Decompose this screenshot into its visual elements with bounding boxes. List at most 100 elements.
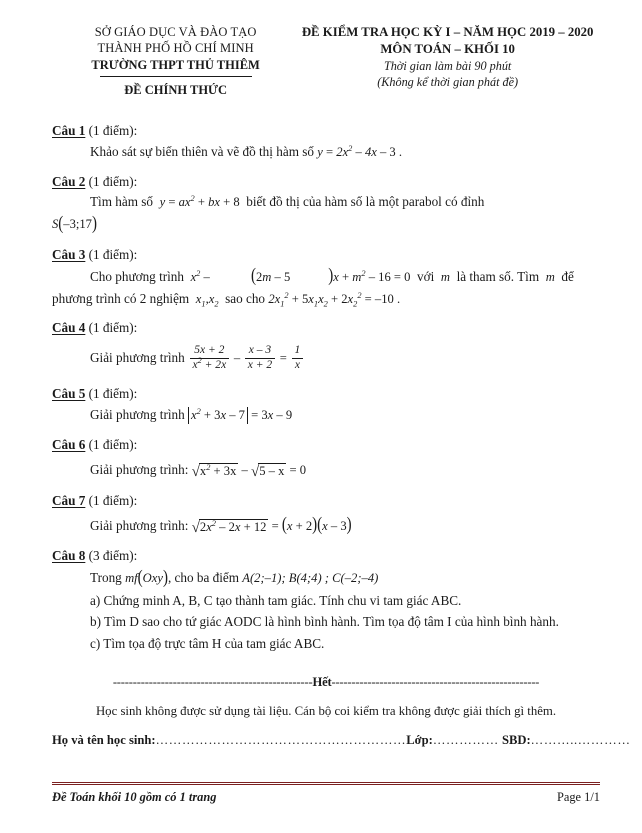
question-8: Câu 8 (3 điểm): Trong mf(Oxy), cho ba đi…: [52, 549, 600, 652]
fraction-3-numerator: 1: [294, 344, 301, 357]
question-8-part-b: b) Tìm D sao cho tứ giác AODC là hình bì…: [90, 614, 559, 630]
question-3-line2-formula: 2x12 + 5x1x2 + 2x22 = –10 .: [268, 290, 401, 309]
question-8-points-list: A(2;–1); B(4;4) ; C(–2;–4): [242, 571, 379, 586]
fraction-2: x – 3x + 2: [244, 344, 276, 373]
student-identification-line: Họ và tên học sinh:…………………………………………………Lớ…: [52, 733, 630, 748]
page-footer: Đề Toán khối 10 gồm có 1 trang Page 1/1: [52, 781, 600, 805]
question-3-param: m: [440, 269, 450, 284]
document-header: SỞ GIÁO DỤC VÀ ĐÀO TẠO THÀNH PHỐ HỒ CHÍ …: [52, 24, 600, 98]
question-2-text-after: biết đồ thị của hàm số là một parabol có…: [246, 194, 485, 210]
question-8-intro-before: Trong: [90, 570, 122, 586]
question-2-formula: y = ax2 + bx + 8: [159, 194, 240, 210]
question-1-body: Khảo sát sự biến thiên và vẽ đồ thị hàm …: [90, 144, 600, 161]
question-2-points: (1 điểm):: [88, 173, 138, 189]
question-5-equation: x2 + 3x – 7 = 3x – 9: [188, 407, 292, 425]
question-2-label: Câu 2: [52, 173, 86, 189]
question-4-heading: Câu 4 (1 điểm):: [52, 321, 600, 335]
exam-body: Câu 1 (1 điểm): Khảo sát sự biến thiên v…: [52, 124, 630, 748]
question-8-label: Câu 8: [52, 548, 86, 564]
question-3: Câu 3 (1 điểm): Cho phương trình x2 – (2…: [52, 248, 600, 309]
end-separator: ----------------------------------------…: [52, 676, 600, 689]
question-6-label: Câu 6: [52, 437, 86, 453]
sqrt-1: √2x2 – 2x + 12: [191, 518, 269, 536]
header-right-block: ĐỀ KIỂM TRA HỌC KỲ I – NĂM HỌC 2019 – 20…: [299, 24, 596, 91]
question-2-heading: Câu 2 (1 điểm):: [52, 173, 600, 189]
school-name: TRƯỜNG THPT THỦ THIÊM: [91, 57, 260, 72]
equals-operator: =: [276, 351, 291, 366]
question-4-label: Câu 4: [52, 320, 86, 336]
footer-divider-rule: [52, 781, 600, 785]
fraction-3: 1x: [291, 344, 304, 373]
question-2-vertex-formula: S(–3;17): [52, 213, 97, 234]
question-5-label: Câu 5: [52, 386, 86, 402]
question-5-body: Giải phương trình x2 + 3x – 7 = 3x – 9: [90, 407, 600, 425]
question-7: Câu 7 (1 điểm): Giải phương trình: √2x2 …: [52, 492, 600, 536]
question-8-heading: Câu 8 (3 điểm):: [52, 549, 600, 563]
question-6-heading: Câu 6 (1 điểm):: [52, 438, 600, 452]
department-line-2: THÀNH PHỐ HỒ CHÍ MINH: [97, 41, 254, 56]
question-5-heading: Câu 5 (1 điểm):: [52, 387, 600, 401]
question-3-text-after: là tham số. Tìm: [456, 268, 540, 284]
question-4-body: Giải phương trình 5x + 2 x2 + 2x – x – 3x…: [90, 344, 600, 373]
department-line-1: SỞ GIÁO DỤC VÀ ĐÀO TẠO: [94, 25, 257, 39]
sqrt-2: √5 – x: [250, 462, 287, 480]
student-name-field[interactable]: …………………………………………………: [156, 733, 407, 747]
question-7-body: Giải phương trình: √2x2 – 2x + 12 = (x +…: [90, 515, 600, 536]
question-4-points: (1 điểm):: [88, 320, 138, 336]
question-3-body: Cho phương trình x2 – (2m – 5)x + m2 – 1…: [52, 266, 600, 287]
question-8-intro-mid: , cho ba điểm: [167, 570, 239, 586]
fraction-3-denominator: x: [291, 357, 304, 373]
question-8-part-c: c) Tìm tọa độ trực tâm H của tam giác AB…: [90, 635, 325, 651]
question-3-points: (1 điểm):: [88, 246, 138, 262]
header-left-block: SỞ GIÁO DỤC VÀ ĐÀO TẠO THÀNH PHỐ HỒ CHÍ …: [52, 24, 299, 98]
question-4-equation: 5x + 2 x2 + 2x – x – 3x + 2 = 1x: [188, 344, 305, 371]
question-6-text: Giải phương trình:: [90, 461, 189, 477]
absolute-value-bars: x2 + 3x – 7: [188, 407, 248, 425]
sbd-field[interactable]: ………..…………: [531, 733, 631, 747]
question-6-points: (1 điểm):: [88, 437, 138, 453]
question-2-vertex: S(–3;17): [52, 213, 600, 234]
exam-duration: Thời gian làm bài 90 phút: [383, 59, 512, 74]
question-1: Câu 1 (1 điểm): Khảo sát sự biến thiên v…: [52, 124, 600, 161]
question-3-roots: x1,x2: [195, 291, 219, 309]
exam-title: ĐỀ KIỂM TRA HỌC KỲ I – NĂM HỌC 2019 – 20…: [301, 25, 594, 39]
separator-dashes-right: ----------------------------------------…: [331, 675, 540, 690]
footer-note: Đề Toán khối 10 gồm có 1 trang: [52, 790, 217, 804]
exam-subject: MÔN TOÁN – KHỐI 10: [380, 41, 515, 56]
question-3-text-end: để: [561, 268, 574, 284]
exam-page: SỞ GIÁO DỤC VÀ ĐÀO TẠO THÀNH PHỐ HỒ CHÍ …: [0, 0, 642, 833]
question-7-label: Câu 7: [52, 492, 86, 508]
question-5-text: Giải phương trình: [90, 407, 185, 423]
sbd-label: SBD:: [501, 733, 531, 748]
footer-content-row: Đề Toán khối 10 gồm có 1 trang Page 1/1: [52, 790, 600, 805]
question-2: Câu 2 (1 điểm): Tìm hàm số y = ax2 + bx …: [52, 173, 600, 234]
question-5: Câu 5 (1 điểm): Giải phương trình x2 + 3…: [52, 387, 600, 425]
fraction-2-numerator: x – 3: [248, 344, 272, 357]
question-7-equation: √2x2 – 2x + 12 = (x + 2)(x – 3): [191, 515, 352, 536]
question-3-heading: Câu 3 (1 điểm):: [52, 248, 600, 262]
question-3-line2-mid: sao cho: [225, 290, 266, 306]
question-3-text-mid: với: [417, 268, 435, 284]
question-2-body: Tìm hàm số y = ax2 + bx + 8 biết đồ thị …: [52, 194, 600, 211]
question-3-formula: x2 – (2m – 5)x + m2 – 16 = 0: [190, 266, 411, 287]
question-4-text: Giải phương trình: [90, 350, 185, 366]
class-label: Lớp:: [406, 733, 433, 748]
question-8-intro: Trong mf(Oxy), cho ba điểm A(2;–1); B(4;…: [90, 568, 600, 588]
exam-instructions-note: Học sinh không được sử dụng tài liệu. Cá…: [95, 703, 557, 718]
question-1-formula: y = 2x2 – 4x – 3 .: [317, 143, 403, 159]
question-1-label: Câu 1: [52, 123, 86, 138]
question-5-points: (1 điểm):: [88, 386, 138, 402]
fraction-1-numerator: 5x + 2: [194, 344, 225, 357]
question-2-text-before: Tìm hàm số: [90, 194, 154, 210]
class-field[interactable]: ……………: [433, 733, 499, 747]
minus-operator: –: [230, 351, 244, 366]
question-3-label: Câu 3: [52, 246, 86, 262]
question-8-part-a: a) Chứng minh A, B, C tạo thành tam giác…: [90, 592, 462, 608]
official-paper-label: ĐỀ CHÍNH THỨC: [124, 82, 228, 97]
question-3-line2-before: phương trình có 2 nghiệm: [52, 290, 190, 306]
header-divider-rule: [99, 75, 252, 77]
fraction-2-denominator: x + 2: [244, 357, 276, 373]
question-1-points: (1 điểm):: [88, 123, 138, 138]
question-6-body: Giải phương trình: √x2 + 3x – √5 – x = 0: [90, 461, 600, 480]
question-6: Câu 6 (1 điểm): Giải phương trình: √x2 +…: [52, 438, 600, 480]
